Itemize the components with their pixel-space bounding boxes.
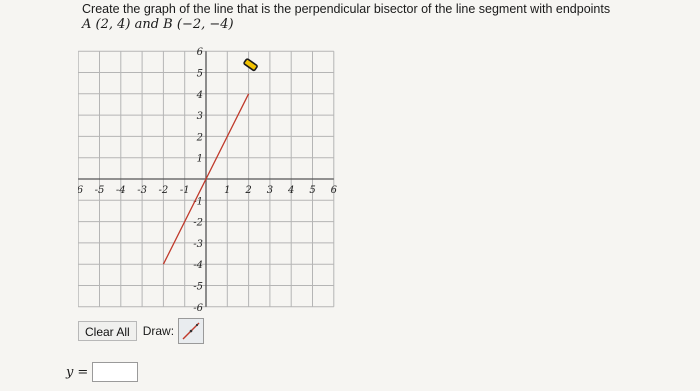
y-tick-label: 3: [197, 111, 203, 122]
x-tick-labels: -6 -5 -4 -3 -2 -1 1 2 3 4 5 6: [78, 185, 338, 196]
x-tick-label: 6: [331, 185, 338, 196]
draw-toolbar: Clear All Draw:: [78, 318, 205, 344]
y-tick-label: 5: [197, 69, 203, 80]
graph-panel[interactable]: -6 -5 -4 -3 -2 -1 1 2 3 4 5 6 6 5 4 3 2 1 -1 -2 -3 -4 -5 -6: [78, 42, 348, 317]
pencil-icon[interactable]: [243, 58, 259, 77]
answer-input[interactable]: [92, 362, 139, 382]
x-tick-label: 2: [244, 185, 251, 196]
y-tick-label: 1: [197, 154, 203, 165]
x-tick-label: -4: [116, 185, 126, 196]
coordinate-grid[interactable]: -6 -5 -4 -3 -2 -1 1 2 3 4 5 6 6 5 4 3 2 1 -1 -2 -3 -4 -5 -6: [78, 42, 348, 317]
x-tick-label: -6: [78, 185, 84, 196]
question-text: Create the graph of the line that is the…: [82, 2, 682, 32]
y-tick-label: -3: [193, 239, 203, 250]
clear-all-button[interactable]: Clear All: [78, 321, 137, 341]
x-tick-label: -3: [137, 185, 147, 196]
draw-label: Draw:: [142, 324, 175, 338]
question-endpoints: A (2, 4) and B (−2, −4): [82, 17, 234, 32]
x-tick-label: -5: [95, 185, 105, 196]
y-tick-label: 6: [197, 47, 204, 58]
answer-y-label: y: [66, 364, 74, 380]
y-tick-labels: 654321-1-2-3-4-5-6: [193, 47, 203, 314]
y-tick-label: 2: [196, 132, 203, 143]
answer-row: y =: [66, 362, 139, 382]
x-tick-label: 5: [309, 185, 315, 196]
y-tick-label: -6: [193, 303, 203, 314]
y-tick-label: -4: [193, 260, 203, 271]
answer-equals: =: [77, 364, 89, 380]
line-tool-icon: [182, 322, 200, 340]
y-tick-label: -5: [193, 282, 203, 293]
x-tick-label: 4: [287, 185, 294, 196]
x-tick-label: 3: [267, 185, 273, 196]
x-tick-label: 1: [224, 185, 230, 196]
line-tool-button[interactable]: [178, 318, 205, 344]
x-tick-label: -2: [159, 185, 169, 196]
y-tick-label: -2: [193, 218, 203, 229]
y-tick-label: 4: [196, 90, 203, 101]
question-prompt: Create the graph of the line that is the…: [82, 2, 611, 16]
x-tick-label: -1: [180, 185, 190, 196]
